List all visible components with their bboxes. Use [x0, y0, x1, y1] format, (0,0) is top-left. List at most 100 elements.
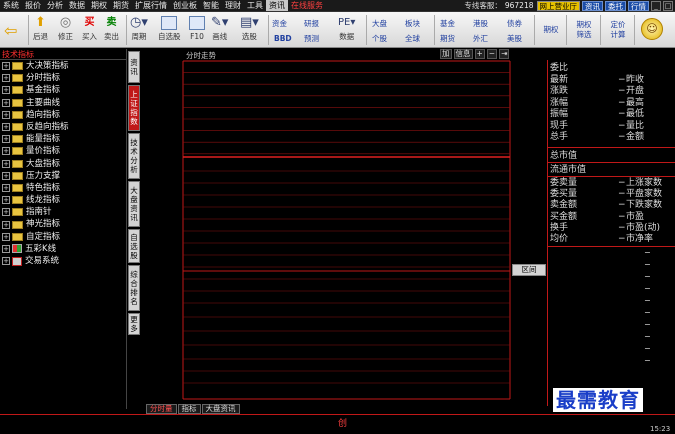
tree-item[interactable]: + 神光指标: [0, 218, 126, 230]
tree-item[interactable]: + 五彩K线: [0, 243, 126, 255]
chart-info-button[interactable]: 信息: [453, 49, 473, 59]
tab-market-news[interactable]: 大盘资讯: [201, 404, 240, 414]
expand-icon[interactable]: +: [2, 183, 10, 192]
market-button[interactable]: 行情: [628, 0, 649, 11]
tree-item[interactable]: + 大盘指标: [0, 158, 126, 170]
menu-analysis[interactable]: 分析: [44, 0, 66, 11]
tree-item[interactable]: + 大决策指标: [0, 60, 126, 72]
expand-icon[interactable]: +: [2, 123, 10, 132]
expand-icon[interactable]: +: [2, 208, 10, 217]
bond-button[interactable]: 债券: [507, 19, 522, 29]
fund-button[interactable]: 基金: [440, 19, 455, 29]
f10-button[interactable]: F10: [189, 14, 205, 41]
maximize-icon[interactable]: □: [663, 0, 673, 11]
intraday-chart[interactable]: [182, 49, 512, 401]
menu-news[interactable]: 资讯: [266, 0, 288, 11]
zoom-out-icon[interactable]: −: [486, 49, 498, 59]
menu-quote[interactable]: 报价: [22, 0, 44, 11]
minimize-icon[interactable]: _: [651, 0, 661, 11]
expand-icon[interactable]: +: [2, 86, 10, 95]
vtab-tech-analysis[interactable]: 技术分析: [128, 133, 140, 179]
data-button[interactable]: PE▾ 数据: [338, 14, 355, 41]
range-button[interactable]: 区间: [512, 264, 546, 276]
menu-futures[interactable]: 期货: [110, 0, 132, 11]
tab-indicator[interactable]: 指标: [177, 404, 201, 414]
entrust-button[interactable]: 委托: [605, 0, 626, 11]
expand-icon[interactable]: +: [2, 171, 10, 180]
news-button[interactable]: 资讯: [582, 0, 603, 11]
forex-button[interactable]: 外汇: [473, 34, 488, 44]
vtab-ranking[interactable]: 综合排名: [128, 265, 140, 311]
self-stock-button[interactable]: 自选股: [158, 14, 181, 41]
menu-options[interactable]: 期权: [88, 0, 110, 11]
expand-icon[interactable]: +: [2, 159, 10, 168]
menu-gem[interactable]: 创业板: [170, 0, 200, 11]
hk-button[interactable]: 港股: [473, 19, 488, 29]
expand-icon[interactable]: +: [2, 257, 10, 266]
menu-online-service[interactable]: 在线服务: [288, 0, 326, 11]
refresh-button[interactable]: ◎ 修正: [58, 14, 73, 41]
tree-item[interactable]: + 分时指标: [0, 72, 126, 84]
online-hall-button[interactable]: 网上营业厅: [536, 0, 580, 11]
pin-right-icon[interactable]: ⇥: [499, 49, 510, 59]
tree-item[interactable]: + 自定指标: [0, 231, 126, 243]
expand-icon[interactable]: +: [2, 147, 10, 156]
expand-icon[interactable]: +: [2, 244, 10, 253]
sector-button[interactable]: 板块: [405, 19, 420, 29]
tree-item[interactable]: + 线龙指标: [0, 194, 126, 206]
vtab-more[interactable]: 更多: [128, 313, 140, 335]
expand-icon[interactable]: +: [2, 62, 10, 71]
menu-tools[interactable]: 工具: [244, 0, 266, 11]
tree-item[interactable]: + 压力支撑: [0, 170, 126, 182]
options-button[interactable]: 期权: [540, 16, 562, 44]
expand-icon[interactable]: +: [2, 135, 10, 144]
expand-icon[interactable]: +: [2, 232, 10, 241]
expand-icon[interactable]: +: [2, 220, 10, 229]
select-stock-button[interactable]: ▤▾ 选股: [240, 14, 259, 41]
expand-icon[interactable]: +: [2, 110, 10, 119]
us-stock-button[interactable]: 美股: [507, 34, 522, 44]
menu-data[interactable]: 数据: [66, 0, 88, 11]
smart-assistant-icon[interactable]: ☺: [641, 18, 663, 40]
expand-icon[interactable]: +: [2, 196, 10, 205]
vtab-shanghai-index[interactable]: 上证指数: [128, 85, 140, 131]
menu-smart[interactable]: 智能: [200, 0, 222, 11]
research-button[interactable]: 研报: [304, 19, 319, 29]
tree-item[interactable]: + 能量指标: [0, 133, 126, 145]
fixed-calc-button[interactable]: 定价 计算: [606, 16, 630, 44]
back-button[interactable]: ⇦: [4, 22, 17, 40]
expand-icon[interactable]: +: [2, 98, 10, 107]
sell-button[interactable]: 卖 卖出: [104, 14, 119, 41]
futures-button[interactable]: 期货: [440, 34, 455, 44]
individual-button[interactable]: 个股: [372, 34, 387, 44]
options-select-button[interactable]: 期权 筛选: [572, 16, 596, 44]
period-button[interactable]: ◷▾ 周期: [130, 14, 148, 41]
expand-icon[interactable]: +: [2, 74, 10, 83]
menu-finance[interactable]: 理财: [222, 0, 244, 11]
tree-item[interactable]: + 反趋向指标: [0, 121, 126, 133]
tree-item[interactable]: + 特色指标: [0, 182, 126, 194]
menu-system[interactable]: 系统: [0, 0, 22, 11]
bbd-button[interactable]: BBD: [274, 34, 292, 44]
tree-item[interactable]: + 趋向指标: [0, 109, 126, 121]
big-market-button[interactable]: 大盘: [372, 19, 387, 29]
tick-dash: −: [644, 344, 651, 353]
menu-extended-quote[interactable]: 扩展行情: [132, 0, 170, 11]
capital-button[interactable]: 资金: [272, 19, 287, 29]
forecast-button[interactable]: 预测: [304, 34, 319, 44]
tree-item[interactable]: + 交易系统: [0, 255, 126, 267]
tree-item[interactable]: + 指南针: [0, 206, 126, 218]
tree-item[interactable]: + 主要曲线: [0, 97, 126, 109]
vtab-self-stock[interactable]: 自选股: [128, 229, 140, 263]
vtab-market-news[interactable]: 大盘资讯: [128, 181, 140, 227]
tree-item[interactable]: + 基金指标: [0, 84, 126, 96]
global-button[interactable]: 全球: [405, 34, 420, 44]
tab-intraday-volume[interactable]: 分时量: [146, 404, 177, 414]
vtab-news[interactable]: 资讯: [128, 51, 140, 83]
fav-button[interactable]: ⬆ 后退: [33, 14, 48, 41]
chart-add-button[interactable]: 加: [440, 49, 452, 59]
zoom-in-icon[interactable]: +: [474, 49, 485, 59]
draw-line-button[interactable]: ✎▾ 画线: [211, 14, 228, 41]
tree-item[interactable]: + 量价指标: [0, 145, 126, 157]
buy-button[interactable]: 买 买入: [82, 14, 97, 41]
